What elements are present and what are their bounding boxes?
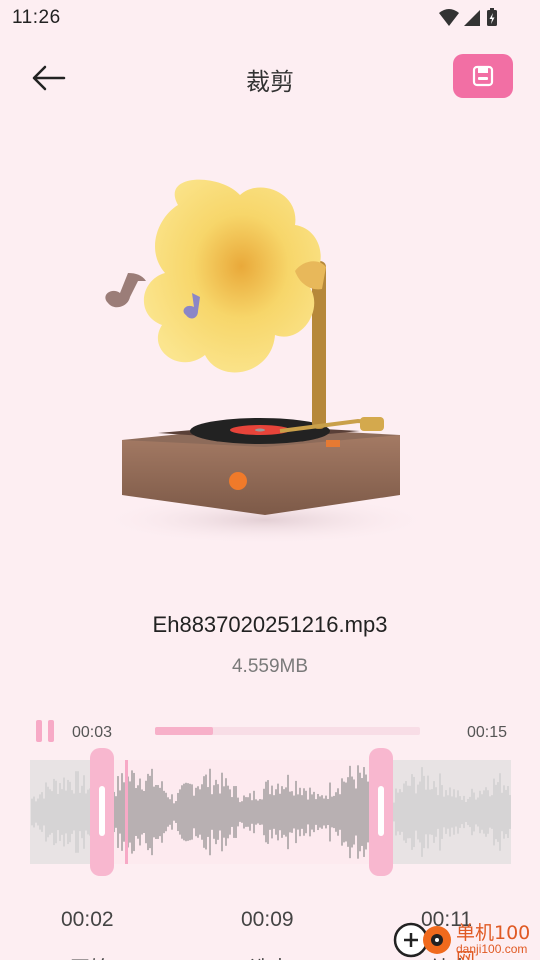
- trim-start-caption: 开始: [70, 952, 110, 960]
- status-icons: [438, 7, 500, 29]
- player-controls: 00:03 00:15: [0, 718, 540, 748]
- handle-grip: [99, 786, 105, 836]
- status-bar: 11:26: [0, 0, 540, 36]
- watermark: 单机100网 danji100.com: [392, 916, 540, 960]
- status-time: 11:26: [12, 7, 61, 28]
- gramophone-illustration: [90, 165, 435, 545]
- total-time: 00:15: [466, 724, 507, 741]
- trim-selected-caption: 选中: [250, 952, 290, 960]
- save-button[interactable]: [453, 54, 513, 98]
- current-time: 00:03: [72, 724, 113, 741]
- file-size: 4.559MB: [231, 656, 309, 677]
- trim-end-handle[interactable]: [369, 748, 393, 876]
- pause-icon: [36, 720, 42, 742]
- battery-charging-icon: [487, 8, 497, 26]
- save-icon: [472, 65, 494, 87]
- file-name: Eh8837020251216.mp3: [152, 612, 388, 637]
- pause-button[interactable]: [36, 720, 56, 744]
- trim-start-handle[interactable]: [90, 748, 114, 876]
- app-bar: 裁剪: [0, 50, 540, 106]
- trim-mask-right: [381, 760, 511, 864]
- waveform-trimmer[interactable]: [30, 748, 511, 876]
- trim-selected-time: 00:09: [241, 908, 294, 931]
- trim-start-time[interactable]: 00:02: [61, 908, 114, 932]
- wifi-icon: [439, 9, 459, 26]
- playhead[interactable]: [125, 760, 128, 864]
- handle-grip: [378, 786, 384, 836]
- progress-bar[interactable]: [155, 727, 420, 735]
- watermark-url: danji100.com: [456, 942, 528, 956]
- progress-fill: [155, 727, 214, 735]
- watermark-logo-icon: [393, 922, 451, 958]
- signal-icon: [464, 10, 480, 26]
